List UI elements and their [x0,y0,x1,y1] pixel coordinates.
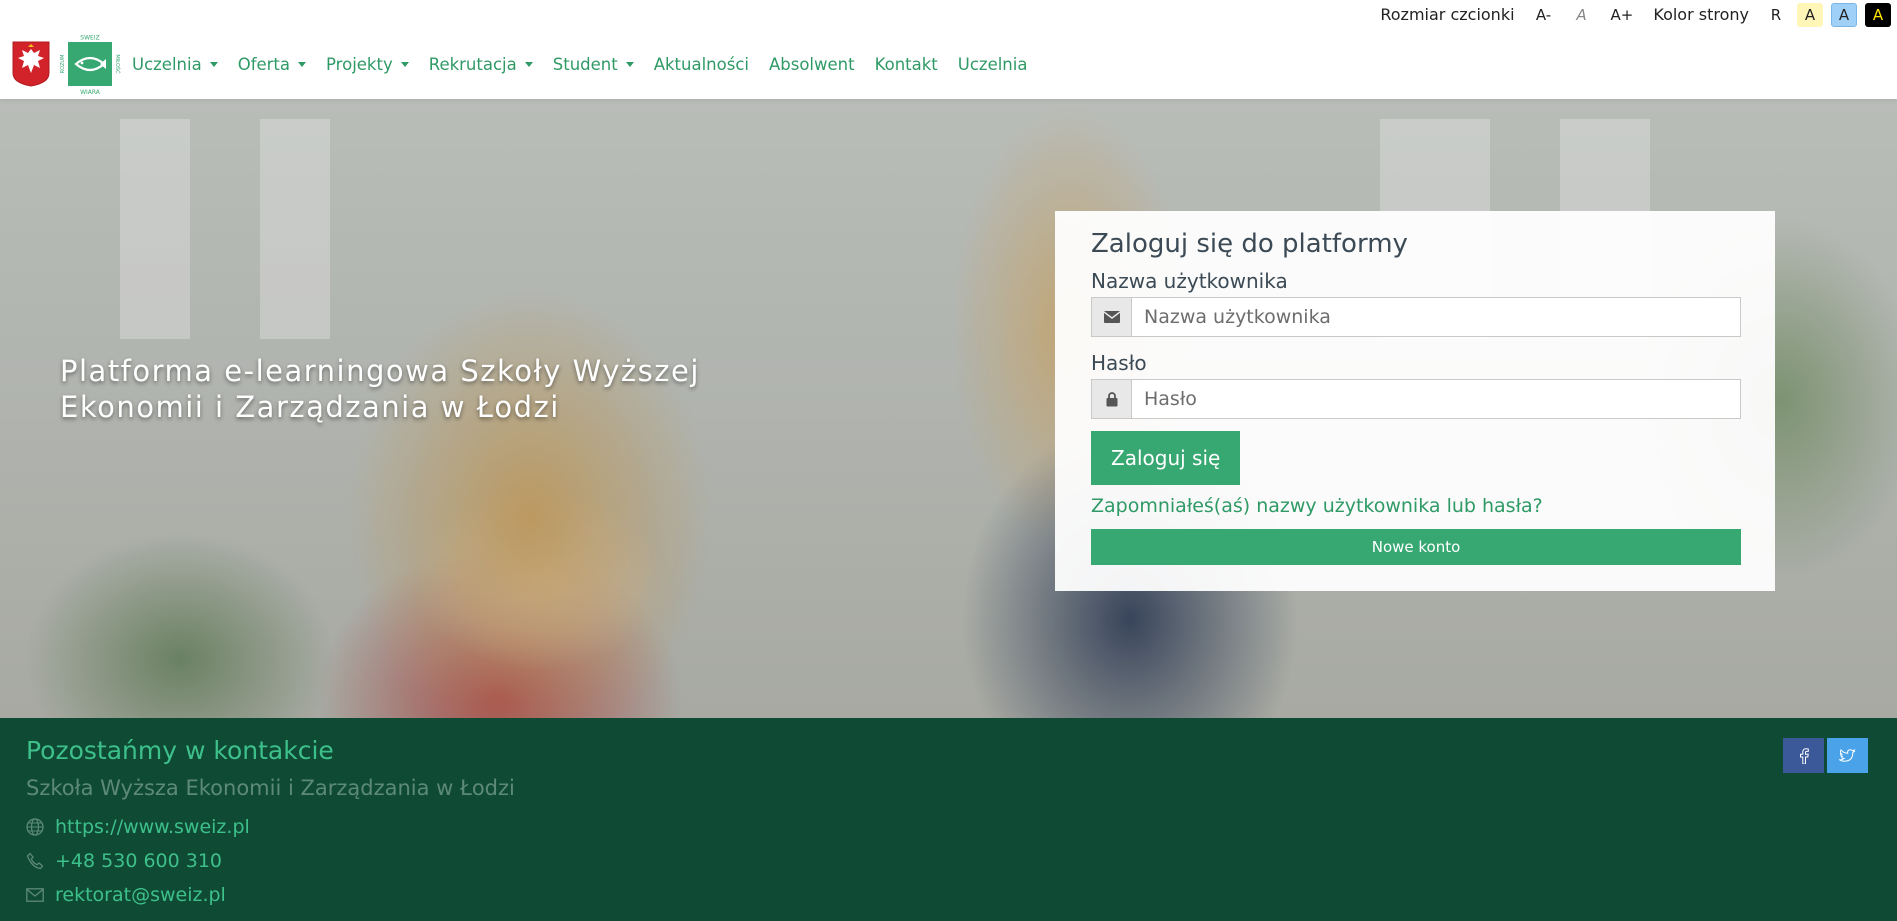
main-navbar: SWEIZ WIARA ROZUM MIŁOŚĆ Uczelnia Oferta… [0,29,1897,99]
caret-down-icon [400,61,409,67]
footer-title: Pozostańmy w kontakcie [26,736,334,765]
page-color-label: Kolor strony [1653,5,1749,24]
sweiz-logo[interactable]: SWEIZ WIARA ROZUM MIŁOŚĆ [58,32,122,97]
caret-down-icon [524,61,533,67]
logo-bottom-text: WIARA [80,89,101,96]
nav-item-label: Student [552,54,618,74]
font-decrease-button[interactable]: A- [1531,3,1557,27]
logo-top-text: SWEIZ [80,35,99,42]
hero-title-line2: Ekonomii i Zarządzania w Łodzi [60,390,560,424]
nav-links: Uczelnia Oferta Projekty Rekrutacja Stud… [132,29,1047,99]
nav-item-rekrutacja[interactable]: Rekrutacja [429,55,533,74]
twitter-button[interactable] [1827,738,1868,773]
color-yellow-button[interactable]: A [1797,2,1823,27]
password-input[interactable] [1132,380,1740,418]
facebook-button[interactable] [1783,738,1824,773]
lock-icon [1092,380,1132,418]
nav-item-label: Rekrutacja [428,54,517,74]
color-blue-button[interactable]: A [1831,2,1857,27]
nav-item-label: Uczelnia [132,54,202,74]
nav-item-kontakt[interactable]: Kontakt [875,55,938,74]
polish-eagle-emblem-icon[interactable] [12,41,50,87]
footer: Pozostańmy w kontakcie Szkoła Wyższa Eko… [0,718,1897,921]
font-normal-button[interactable]: A [1569,3,1595,27]
nav-item-uczelnia-2[interactable]: Uczelnia [958,55,1028,74]
new-account-button[interactable]: Nowe konto [1091,529,1741,565]
caret-down-icon [625,61,634,67]
logo-right-text: MIŁOŚĆ [114,54,121,74]
nav-item-student[interactable]: Student [553,55,634,74]
login-button[interactable]: Zaloguj się [1091,431,1241,485]
color-black-button[interactable]: A [1865,2,1891,27]
footer-website-link[interactable]: https://www.sweiz.pl [55,816,250,838]
accessibility-bar: Rozmiar czcionki A- A A+ Kolor strony R … [0,0,1897,29]
facebook-icon [1799,747,1809,764]
username-label: Nazwa użytkownika [1091,269,1288,293]
forgot-password-link[interactable]: Zapomniałeś(aś) nazwy użytkownika lub ha… [1091,495,1739,517]
password-input-group [1091,379,1741,419]
hero-title-line1: Platforma e-learningowa Szkoły Wyższej [60,354,700,388]
password-label: Hasło [1091,351,1147,375]
nav-item-label: Oferta [237,54,291,74]
mail-icon [26,888,44,902]
footer-email-row: rektorat@sweiz.pl [26,884,226,906]
footer-subtitle: Szkoła Wyższa Ekonomii i Zarządzania w Ł… [26,776,515,800]
nav-item-label: Projekty [326,54,393,74]
caret-down-icon [298,61,307,67]
nav-item-uczelnia[interactable]: Uczelnia [132,55,218,74]
globe-icon [26,818,44,836]
footer-phone-link[interactable]: +48 530 600 310 [55,850,222,872]
phone-icon [26,852,44,870]
username-input-group [1091,297,1741,337]
footer-phone-row: +48 530 600 310 [26,850,222,872]
login-heading: Zaloguj się do platformy [1091,229,1408,259]
username-input[interactable] [1132,298,1740,336]
font-increase-button[interactable]: A+ [1607,3,1638,27]
nav-item-absolwent[interactable]: Absolwent [769,55,855,74]
nav-item-oferta[interactable]: Oferta [237,54,307,74]
login-panel: Zaloguj się do platformy Nazwa użytkowni… [1055,211,1775,591]
hero-banner: Platforma e-learningowa Szkoły Wyższej E… [0,99,1897,718]
footer-website-row: https://www.sweiz.pl [26,816,250,838]
twitter-icon [1839,748,1856,762]
color-reset-button[interactable]: R [1763,2,1789,27]
nav-item-aktualnosci[interactable]: Aktualności [654,55,749,74]
logo-left-text: ROZUM [60,55,66,74]
footer-email-link[interactable]: rektorat@sweiz.pl [55,884,226,906]
accessibility-controls: Rozmiar czcionki A- A A+ Kolor strony R … [1370,0,1897,29]
caret-down-icon [209,61,218,67]
envelope-icon [1092,298,1132,336]
font-size-label: Rozmiar czcionki [1380,5,1515,24]
nav-item-projekty[interactable]: Projekty [326,55,409,74]
hero-title: Platforma e-learningowa Szkoły Wyższej E… [60,353,760,425]
